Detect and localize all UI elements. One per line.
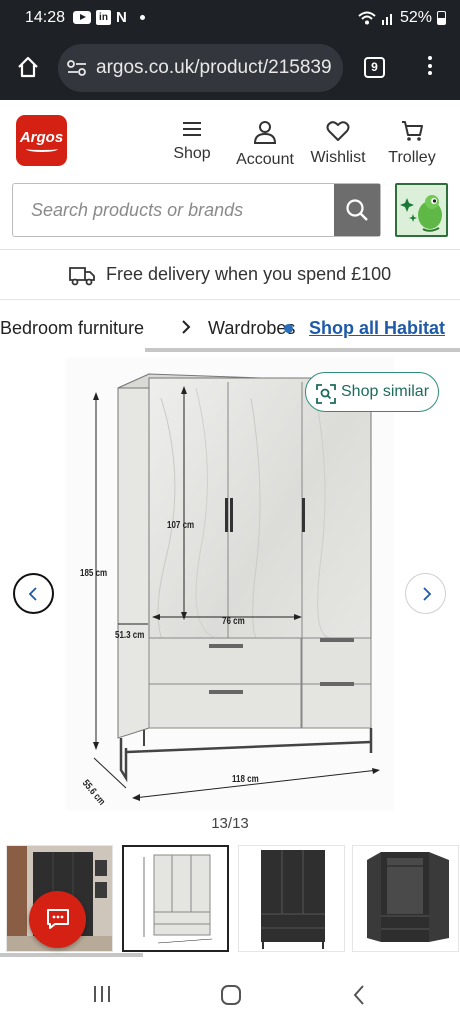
menu-icon [183, 122, 201, 136]
nav-shop[interactable]: Shop [172, 120, 212, 163]
home-nav-icon[interactable] [220, 984, 242, 1006]
dim-inner-height: 107 cm [167, 520, 195, 531]
nav-trolley[interactable]: Trolley [386, 120, 438, 167]
trolley-icon [402, 121, 423, 141]
shop-similar-label: Shop similar [341, 383, 430, 400]
nav-account-label: Account [236, 151, 294, 168]
heart-icon [326, 121, 350, 141]
back-icon[interactable] [352, 984, 366, 1006]
thumbnail-scroll-indicator [0, 953, 143, 957]
gallery-next-button[interactable] [405, 573, 446, 614]
battery-icon [437, 11, 446, 25]
product-image-gallery[interactable]: 185 cm 107 cm 76 cm 51.3 cm 55.6 cm 118 … [0, 353, 460, 813]
nav-shop-label: Shop [173, 145, 211, 162]
wifi-icon [358, 11, 376, 25]
nav-account[interactable]: Account [234, 120, 296, 169]
promo-chameleon-icon[interactable] [395, 183, 448, 237]
url-text: argos.co.uk/product/215839 [96, 57, 332, 78]
dim-height: 185 cm [80, 568, 108, 579]
address-bar[interactable]: argos.co.uk/product/215839 [58, 44, 343, 92]
thumbnail-2[interactable] [122, 845, 229, 952]
search-button[interactable] [334, 184, 380, 236]
chevron-right-icon [182, 320, 191, 334]
status-time: 14:28 [25, 9, 66, 26]
site-settings-icon[interactable] [66, 59, 88, 77]
browser-toolbar: argos.co.uk/product/215839 9 [0, 36, 460, 100]
nav-trolley-label: Trolley [388, 149, 436, 166]
status-right: 52% [358, 9, 446, 27]
breadcrumb-bedroom-furniture[interactable]: Bedroom furniture [0, 318, 144, 339]
breadcrumb-scroll-indicator [145, 348, 460, 352]
linkedin-icon: in [96, 10, 111, 25]
gallery-counter: 13/13 [211, 815, 249, 832]
account-icon [253, 121, 277, 144]
youtube-icon [73, 11, 91, 24]
nav-wishlist-label: Wishlist [310, 149, 366, 166]
system-navigation-bar [0, 962, 460, 1024]
chat-icon [47, 909, 69, 929]
delivery-text: Free delivery when you spend £100 [106, 264, 392, 284]
shop-all-habitat-link[interactable]: Shop all Habitat [309, 318, 445, 339]
breadcrumb-dot [284, 324, 293, 333]
dim-inner-width: 76 cm [222, 616, 245, 627]
delivery-van-icon [69, 267, 95, 286]
browser-menu-icon[interactable] [427, 56, 433, 79]
nav-wishlist[interactable]: Wishlist [308, 120, 368, 167]
dim-inner-depth: 51.3 cm [115, 630, 145, 641]
netflix-icon: N [116, 9, 127, 26]
shop-similar-button[interactable]: Shop similar [305, 372, 439, 412]
thumbnail-3[interactable] [238, 845, 345, 952]
gallery-prev-button[interactable] [13, 573, 54, 614]
visual-search-icon [316, 384, 336, 404]
chevron-right-icon [423, 587, 432, 601]
breadcrumb: Bedroom furniture Wardrobes Shop all Hab… [0, 316, 460, 340]
home-icon[interactable] [17, 56, 39, 78]
battery-percent: 52% [399, 9, 432, 26]
breadcrumb-wardrobes[interactable]: Wardrobes [208, 318, 295, 339]
tab-switcher-button[interactable]: 9 [364, 57, 385, 78]
product-image[interactable]: 185 cm 107 cm 76 cm 51.3 cm 55.6 cm 118 … [66, 358, 394, 810]
signal-icon [381, 14, 392, 25]
search-box [12, 183, 381, 237]
argos-logo[interactable]: Argos [16, 115, 67, 166]
search-input[interactable] [13, 184, 335, 236]
thumbnail-4[interactable] [352, 845, 459, 952]
status-bar: 14:28 in N 52% [0, 0, 460, 36]
chevron-left-icon [28, 587, 37, 601]
dim-width: 118 cm [232, 774, 259, 785]
more-notifications-dot [139, 15, 145, 20]
logo-text: Argos [19, 129, 64, 146]
chat-button[interactable] [29, 891, 86, 948]
recent-apps-icon[interactable] [92, 985, 112, 1003]
status-notification-icons: in N [73, 10, 145, 25]
search-icon [346, 199, 368, 221]
